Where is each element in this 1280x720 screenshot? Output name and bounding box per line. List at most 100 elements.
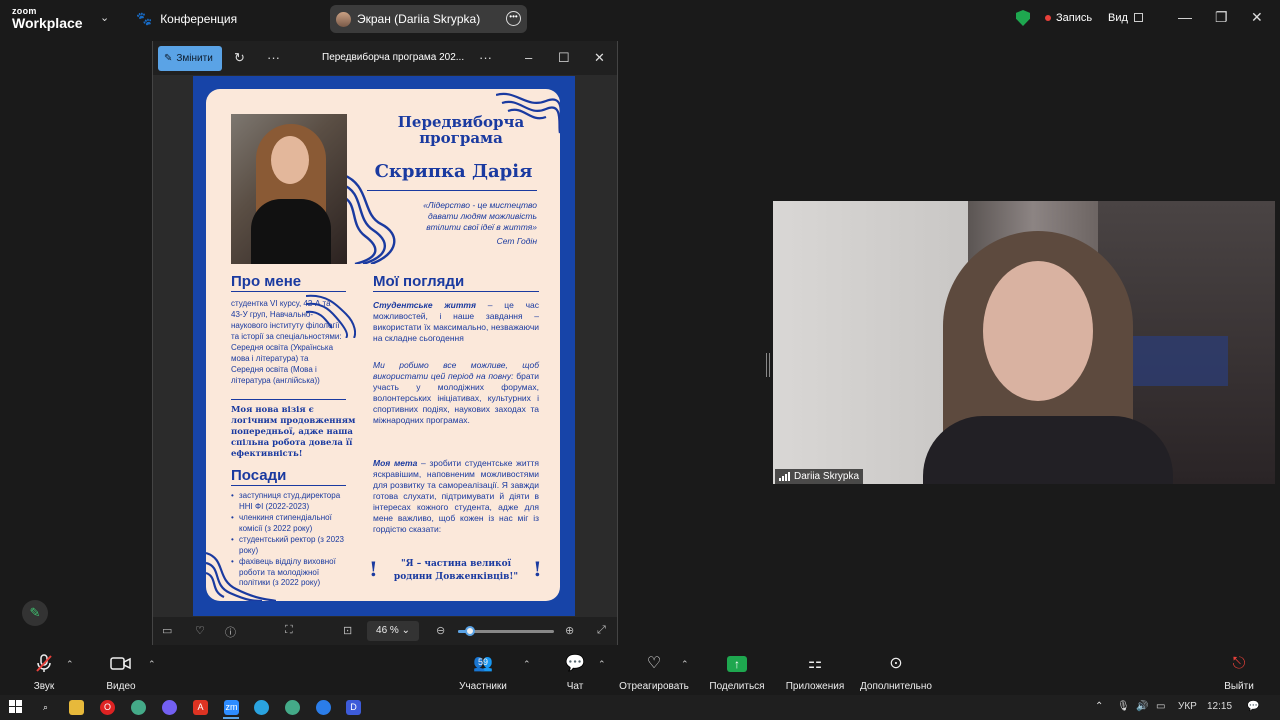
react-label: Отреагировать — [619, 681, 689, 692]
share-screen-icon: ↑ — [707, 653, 767, 675]
quote-author: Сет Годін — [496, 236, 537, 246]
participant-name: Dariia Skrypka — [794, 471, 860, 482]
chevron-up-icon[interactable]: ⌃ — [523, 659, 531, 670]
chevron-up-icon[interactable]: ⌃ — [681, 659, 689, 670]
chrome-icon[interactable] — [131, 700, 146, 715]
vision-statement: Моя нова візія є логічним продовженням п… — [231, 405, 356, 459]
views-text: – зробити студентське життя яскравішим, … — [373, 458, 539, 534]
windows-start-icon[interactable] — [8, 700, 23, 715]
app-icon[interactable]: D — [346, 700, 361, 715]
record-label: Запись — [1056, 12, 1093, 24]
zoom-value: 46 % — [376, 625, 399, 636]
views-paragraph-2: Ми робимо все можливе, щоб використати ц… — [373, 360, 539, 426]
participant-video[interactable] — [773, 201, 1275, 484]
react-button[interactable]: ♡ Отреагировать — [617, 653, 691, 692]
chevron-up-icon[interactable]: ⌃ — [148, 659, 156, 670]
microphone-icon[interactable]: 🎙 — [1117, 701, 1130, 712]
more-button[interactable]: ⊙ Дополнительно — [856, 653, 936, 692]
views-heading: Мої погляди — [373, 273, 465, 290]
info-icon[interactable]: ⓘ — [225, 624, 236, 640]
more-options-icon[interactable]: ··· — [267, 50, 280, 65]
chat-label: Чат — [566, 681, 584, 692]
slogan: "Я – частина великої родини Довженківців… — [393, 559, 519, 582]
video-label: Видео — [106, 681, 136, 692]
screen-share-pill[interactable]: Экран (Dariia Skrypka) ••• — [330, 5, 527, 33]
language-indicator[interactable]: УКР — [1178, 701, 1197, 712]
maximize-icon[interactable]: ☐ — [558, 50, 570, 66]
chevron-up-icon[interactable]: ⌃ — [1095, 701, 1103, 712]
zoom-select[interactable]: 46 % ⌄ — [367, 621, 419, 641]
views-paragraph-1: Студентське життя – це час можливостей, … — [373, 300, 539, 344]
edge-icon[interactable] — [316, 700, 331, 715]
poster-title-line2: програма — [419, 129, 503, 147]
panel-splitter[interactable] — [766, 353, 770, 377]
video-button[interactable]: Видео — [102, 653, 140, 692]
file-explorer-icon[interactable] — [69, 700, 84, 715]
fullscreen-icon[interactable]: ⤢ — [597, 624, 606, 637]
apps-button[interactable]: ⚏ Приложения — [783, 653, 847, 692]
viber-icon[interactable] — [162, 700, 177, 715]
quote: «Лідерство - це мистецтво давати людям м… — [423, 200, 537, 232]
divider — [231, 485, 346, 486]
views-paragraph-3: Моя мета – зробити студентське життя яск… — [373, 458, 539, 535]
record-dot-icon — [1045, 15, 1051, 21]
minimize-icon[interactable]: – — [525, 50, 532, 65]
shield-icon[interactable] — [1016, 10, 1030, 26]
zoom-slider-knob[interactable] — [465, 626, 476, 636]
chevron-up-icon[interactable]: ⌃ — [66, 659, 74, 670]
candidate-name: Скрипка Дарія — [374, 161, 533, 182]
crop-icon[interactable]: ⛶ — [285, 624, 293, 637]
poster-card: Передвиборча програма Скрипка Дарія «Лід… — [206, 89, 560, 601]
divider — [231, 291, 346, 292]
notifications-icon[interactable]: 💬 — [1247, 701, 1259, 712]
list-item: фахівець відділу виховної роботи та моло… — [231, 557, 351, 589]
share-button[interactable]: ↑ Поделиться — [707, 653, 767, 692]
fit-icon[interactable]: ⊡ — [343, 624, 352, 637]
view-button[interactable]: Вид — [1108, 12, 1143, 24]
chat-button[interactable]: 💬 Чат — [560, 653, 590, 692]
clock[interactable]: 12:15 — [1207, 701, 1232, 712]
signal-bars-icon — [779, 472, 790, 481]
positions-list: заступниця студ.директора ННІ ФІ (2022-2… — [231, 491, 351, 590]
chevron-up-icon[interactable]: ⌃ — [598, 659, 606, 670]
close-icon[interactable]: ✕ — [1251, 9, 1263, 26]
telegram-icon[interactable] — [254, 700, 269, 715]
exclamation-mark: ! — [369, 557, 378, 581]
opera-icon[interactable]: O — [100, 700, 115, 715]
leave-label: Выйти — [1224, 681, 1254, 692]
participants-count: 59 — [478, 657, 489, 667]
volume-icon[interactable]: 🔊 — [1136, 701, 1148, 712]
filmstrip-icon[interactable]: ▭ — [162, 624, 172, 637]
more-icon[interactable]: ••• — [506, 11, 521, 26]
paw-icon: 🐾 — [136, 11, 153, 26]
meeting-info-button[interactable]: 🐾 Конференция — [136, 11, 237, 27]
minimize-icon[interactable]: — — [1178, 9, 1192, 25]
audio-button[interactable]: Звук — [29, 653, 59, 692]
search-icon[interactable]: ⌕ — [38, 700, 53, 715]
more-options-icon[interactable]: ··· — [479, 50, 492, 65]
zoom-out-icon[interactable]: ⊖ — [436, 624, 445, 637]
divider — [373, 291, 539, 292]
acrobat-icon[interactable]: A — [193, 700, 208, 715]
participants-button[interactable]: 👥 59 Участники — [456, 653, 510, 692]
zoom-slider[interactable] — [458, 626, 554, 636]
zoom-in-icon[interactable]: ⊕ — [565, 624, 574, 637]
chat-icon: 💬 — [565, 655, 585, 672]
leave-button[interactable]: ⎋ Выйти — [1222, 653, 1256, 692]
chrome-icon[interactable] — [285, 700, 300, 715]
os-taskbar: ⌕ O A zm D ⌃ 🎙 🔊 ▭ УКР 12:15 💬 — [0, 695, 1280, 720]
grid-icon — [1133, 13, 1143, 22]
battery-icon[interactable]: ▭ — [1156, 701, 1165, 712]
annotate-pen-icon[interactable]: ✎ — [22, 600, 48, 626]
rotate-icon[interactable]: ↻ — [234, 50, 245, 66]
close-icon[interactable]: ✕ — [594, 50, 605, 66]
restore-icon[interactable]: ❐ — [1215, 9, 1228, 26]
heart-icon[interactable]: ♡ — [195, 624, 205, 637]
zoom-icon[interactable]: zm — [224, 700, 239, 715]
zoom-logo: zoom Workplace — [12, 7, 83, 31]
record-indicator[interactable]: Запись — [1045, 12, 1092, 24]
wave-decoration — [341, 174, 396, 264]
chevron-down-icon[interactable]: ⌄ — [100, 11, 109, 24]
share-label: Поделиться — [709, 681, 765, 692]
edit-button[interactable]: ✎ Змінити — [158, 46, 222, 71]
